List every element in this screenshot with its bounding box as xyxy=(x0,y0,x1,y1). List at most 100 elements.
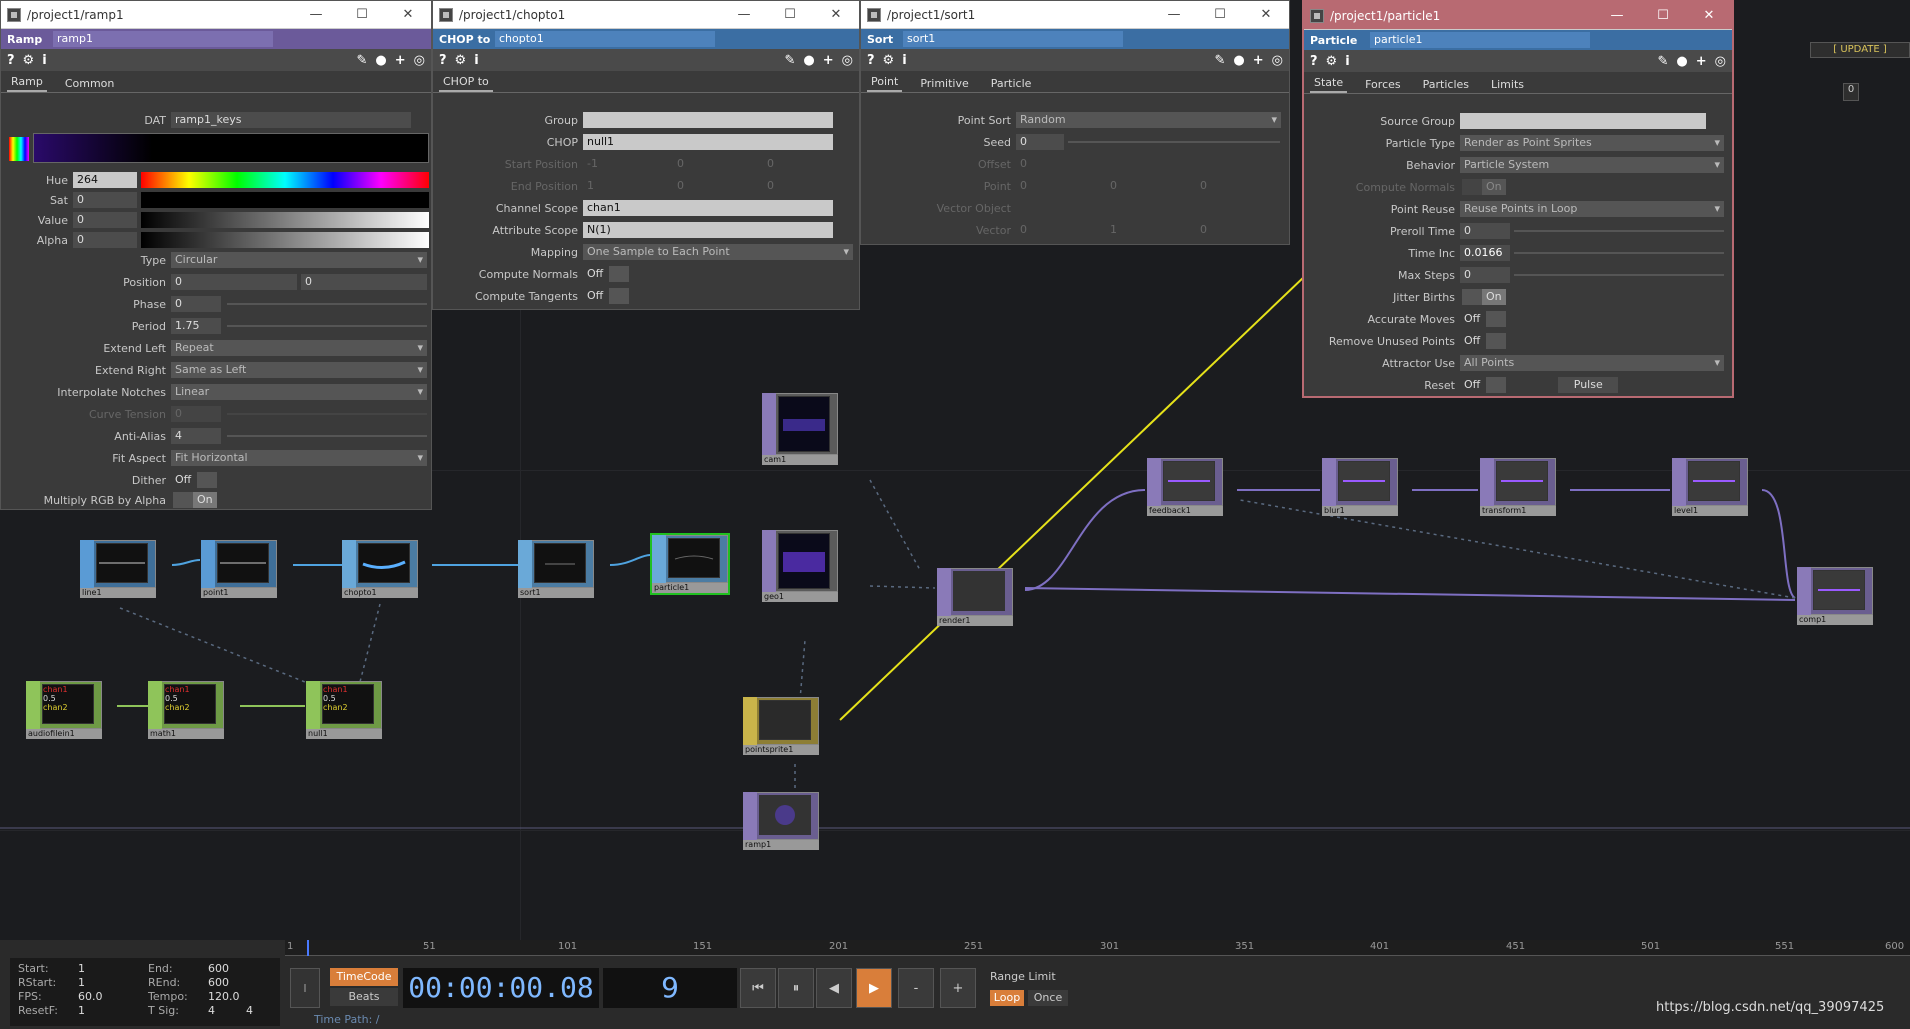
comment-icon[interactable]: ● xyxy=(1233,53,1244,68)
compute-normals-toggle[interactable]: Off xyxy=(583,266,607,282)
frame-display[interactable]: 9 xyxy=(603,968,737,1008)
source-group-field[interactable] xyxy=(1460,113,1706,129)
node-ramp1[interactable]: ramp1 xyxy=(743,792,819,850)
edit-icon[interactable]: ✎ xyxy=(785,53,796,68)
add-icon[interactable]: + xyxy=(1253,53,1264,68)
node-chopto1[interactable]: chopto1 xyxy=(342,540,418,598)
tool-button[interactable]: I xyxy=(290,968,320,1008)
alpha-slider[interactable] xyxy=(141,232,429,248)
target-icon[interactable]: ◎ xyxy=(414,53,425,68)
node-math1[interactable]: chan1 0.5 chan2 math1 xyxy=(148,681,224,739)
info-icon[interactable]: i xyxy=(474,53,478,68)
info-icon[interactable]: i xyxy=(42,53,46,68)
ramp-window[interactable]: /project1/ramp1 — ☐ ✕ Ramp ramp1 ? ⚙ i ✎ ● + ◎ Ram… xyxy=(0,0,432,510)
close-icon[interactable]: ✕ xyxy=(1686,8,1732,23)
add-icon[interactable]: + xyxy=(1696,54,1707,69)
ramp-gradient[interactable] xyxy=(33,133,429,163)
point-sort-menu[interactable]: Random xyxy=(1016,112,1281,128)
period-field[interactable]: 1.75 xyxy=(171,318,221,334)
channel-scope-field[interactable]: chan1 xyxy=(583,200,833,216)
node-pointsprite1[interactable]: pointsprite1 xyxy=(743,697,819,755)
jitter-births-toggle[interactable]: On xyxy=(1482,289,1506,305)
dither-toggle[interactable]: Off xyxy=(171,472,195,488)
hue-field[interactable]: 264 xyxy=(73,172,137,188)
color-swatch-icon[interactable] xyxy=(9,137,29,161)
position-y-field[interactable]: 0 xyxy=(301,274,427,290)
interpolate-menu[interactable]: Linear xyxy=(171,384,427,400)
rstart-value[interactable]: 1 xyxy=(78,976,85,989)
node-blur1[interactable]: blur1 xyxy=(1322,458,1398,516)
sat-field[interactable]: 0 xyxy=(73,192,137,208)
minimize-icon[interactable]: — xyxy=(721,7,767,22)
node-transform1[interactable]: transform1 xyxy=(1480,458,1556,516)
once-toggle[interactable]: Once xyxy=(1028,990,1068,1006)
end-value[interactable]: 600 xyxy=(208,962,229,975)
tab-chopto[interactable]: CHOP to xyxy=(439,73,493,92)
node-null1[interactable]: chan1 0.5 chan2 null1 xyxy=(306,681,382,739)
minimize-icon[interactable]: — xyxy=(1151,7,1197,22)
op-name-field[interactable]: particle1 xyxy=(1370,32,1590,48)
start-value[interactable]: 1 xyxy=(78,962,85,975)
tsig-b[interactable]: 4 xyxy=(246,1004,253,1017)
remove-unused-toggle[interactable]: Off xyxy=(1460,333,1484,349)
help-icon[interactable]: ? xyxy=(439,53,447,68)
python-icon[interactable]: ⚙ xyxy=(455,53,467,68)
python-icon[interactable]: ⚙ xyxy=(23,53,35,68)
node-cam1[interactable]: cam1 xyxy=(762,393,838,465)
beats-toggle[interactable]: Beats xyxy=(330,988,398,1006)
attractor-use-menu[interactable]: All Points xyxy=(1460,355,1724,371)
comment-icon[interactable]: ● xyxy=(803,53,814,68)
timecode-toggle[interactable]: TimeCode xyxy=(330,968,398,986)
rewind-icon[interactable]: ⏮ xyxy=(740,968,776,1008)
edit-icon[interactable]: ✎ xyxy=(1658,54,1669,69)
chop-field[interactable]: null1 xyxy=(583,134,833,150)
point-reuse-menu[interactable]: Reuse Points in Loop xyxy=(1460,201,1724,217)
dat-field[interactable]: ramp1_keys xyxy=(171,112,411,128)
seed-field[interactable]: 0 xyxy=(1016,134,1064,150)
max-steps-field[interactable]: 0 xyxy=(1460,267,1510,283)
extend-left-menu[interactable]: Repeat xyxy=(171,340,427,356)
group-field[interactable] xyxy=(583,112,833,128)
particle-type-menu[interactable]: Render as Point Sprites xyxy=(1460,135,1724,151)
pause-icon[interactable]: ⏸ xyxy=(778,968,814,1008)
tab-primitive[interactable]: Primitive xyxy=(916,75,972,92)
behavior-menu[interactable]: Particle System xyxy=(1460,157,1724,173)
edit-icon[interactable]: ✎ xyxy=(357,53,368,68)
comment-icon[interactable]: ● xyxy=(1676,54,1687,69)
time-inc-field[interactable]: 0.0166 xyxy=(1460,245,1510,261)
tab-ramp[interactable]: Ramp xyxy=(7,73,47,92)
alpha-field[interactable]: 0 xyxy=(73,232,137,248)
time-inc-slider[interactable] xyxy=(1514,252,1724,254)
period-slider[interactable] xyxy=(227,325,427,327)
reset-toggle[interactable]: Off xyxy=(1460,377,1484,393)
node-line1[interactable]: line1 xyxy=(80,540,156,598)
tab-common[interactable]: Common xyxy=(61,75,119,92)
add-icon[interactable]: + xyxy=(395,53,406,68)
play-icon[interactable]: ▶ xyxy=(856,968,892,1008)
help-icon[interactable]: ? xyxy=(867,53,875,68)
accurate-moves-toggle[interactable]: Off xyxy=(1460,311,1484,327)
chopto-window[interactable]: /project1/chopto1 — ☐ ✕ CHOP to chopto1 ? ⚙ i ✎… xyxy=(432,0,860,310)
tab-point[interactable]: Point xyxy=(867,73,903,92)
target-icon[interactable]: ◎ xyxy=(1272,53,1283,68)
fit-aspect-menu[interactable]: Fit Horizontal xyxy=(171,450,427,466)
python-icon[interactable]: ⚙ xyxy=(883,53,895,68)
comment-icon[interactable]: ● xyxy=(375,53,386,68)
maximize-icon[interactable]: ☐ xyxy=(339,7,385,22)
timeline-ruler[interactable]: 1 51 101 151 201 251 301 351 401 451 501… xyxy=(285,940,1910,956)
node-point1[interactable]: point1 xyxy=(201,540,277,598)
op-name-field[interactable]: sort1 xyxy=(903,31,1123,47)
extend-right-menu[interactable]: Same as Left xyxy=(171,362,427,378)
python-icon[interactable]: ⚙ xyxy=(1326,54,1338,69)
close-icon[interactable]: ✕ xyxy=(813,7,859,22)
tab-limits[interactable]: Limits xyxy=(1487,76,1528,93)
attribute-scope-field[interactable]: N(1) xyxy=(583,222,833,238)
compute-tangents-toggle[interactable]: Off xyxy=(583,288,607,304)
fps-value[interactable]: 60.0 xyxy=(78,990,103,1003)
add-icon[interactable]: + xyxy=(823,53,834,68)
node-render1[interactable]: render1 xyxy=(937,568,1013,626)
value-slider[interactable] xyxy=(141,212,429,228)
op-name-field[interactable]: chopto1 xyxy=(495,31,715,47)
value-field[interactable]: 0 xyxy=(73,212,137,228)
mapping-menu[interactable]: One Sample to Each Point xyxy=(583,244,853,260)
